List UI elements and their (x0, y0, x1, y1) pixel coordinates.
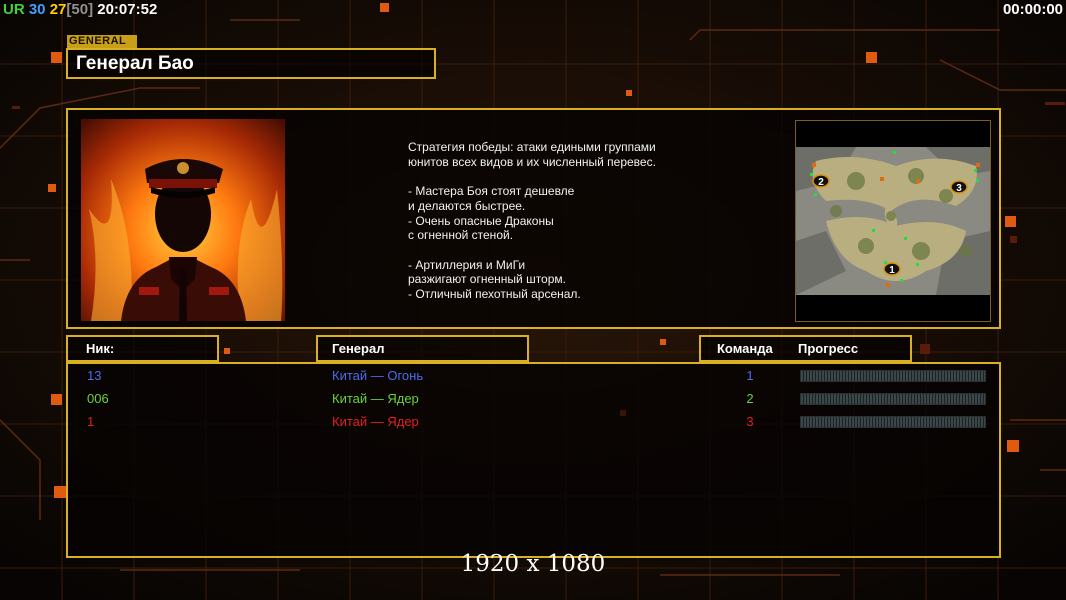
player-progress-bar (800, 393, 986, 405)
player-team: 2 (746, 391, 754, 406)
resolution-watermark: 1920 x 1080 (460, 551, 606, 577)
strategy-line: Стратегия победы: атаки едиными группами (408, 140, 656, 154)
player-nick: 13 (87, 368, 102, 383)
players-table: 13 Китай — Огонь 1 006 Китай — Ядер 2 1 … (66, 362, 1001, 558)
general-name: Генерал Бао (76, 53, 194, 74)
player-general: Китай — Ядер (332, 414, 419, 429)
player-team: 1 (746, 368, 754, 383)
start-position-3: 3 (956, 183, 962, 194)
fps-value: 27 (49, 1, 67, 18)
nick-header-label: Ник: (86, 341, 115, 356)
player-nick: 006 (87, 391, 109, 406)
player-row: 13 Китай — Огонь 1 (68, 366, 999, 386)
general-header-label: Генерал (332, 341, 385, 356)
ur-label: UR (3, 1, 25, 18)
start-position-2: 2 (818, 177, 824, 188)
player-general: Китай — Ядер (332, 391, 419, 406)
strategy-line: и делаются быстрее. (408, 198, 526, 213)
progress-header-label: Прогресс (798, 341, 859, 356)
game-timer: 00:00:00 (1002, 1, 1063, 18)
player-general: Китай — Огонь (332, 368, 424, 383)
team-progress-column-header: Команда Прогресс (699, 335, 912, 362)
nick-column-header: Ник: (66, 335, 219, 362)
player-team: 3 (746, 414, 754, 429)
general-column-header: Генерал (316, 335, 529, 362)
strategy-line: - Отличный пехотный арсенал. (408, 287, 581, 301)
general-info-panel: Стратегия победы: атаки едиными группами… (66, 108, 1001, 329)
map-preview: 1 2 3 (795, 120, 991, 322)
strategy-line: - Артиллерия и МиГи (408, 257, 526, 272)
team-header-label: Команда (717, 341, 773, 356)
strategy-line (408, 169, 708, 184)
player-progress-bar (800, 416, 986, 428)
player-nick: 1 (87, 414, 95, 429)
strategy-description: Стратегия победы: атаки едиными группами… (408, 140, 708, 302)
general-title-frame: Генерал Бао (66, 48, 436, 79)
strategy-line: с огненной стеной. (408, 228, 514, 243)
strategy-line: юнитов всех видов и их численный перевес… (408, 154, 656, 169)
strategy-line: - Мастера Боя стоят дешевле (408, 184, 575, 199)
general-portrait (81, 119, 285, 321)
player-row: 006 Китай — Ядер 2 (68, 389, 999, 409)
player-row: 1 Китай — Ядер 3 (68, 412, 999, 432)
debug-status-readout: UR 30 27[50] 20:07:52 (3, 1, 157, 18)
fps-limit: [50] (66, 1, 94, 18)
ur-value: 30 (28, 1, 46, 18)
start-position-1: 1 (889, 265, 895, 276)
strategy-line: - Очень опасные Драконы (408, 213, 554, 228)
strategy-line (408, 243, 708, 258)
player-progress-bar (800, 370, 986, 382)
general-tag: GENERAL (67, 35, 137, 48)
clock: 20:07:52 (97, 1, 158, 18)
strategy-line: разжигают огненный шторм. (408, 272, 566, 287)
